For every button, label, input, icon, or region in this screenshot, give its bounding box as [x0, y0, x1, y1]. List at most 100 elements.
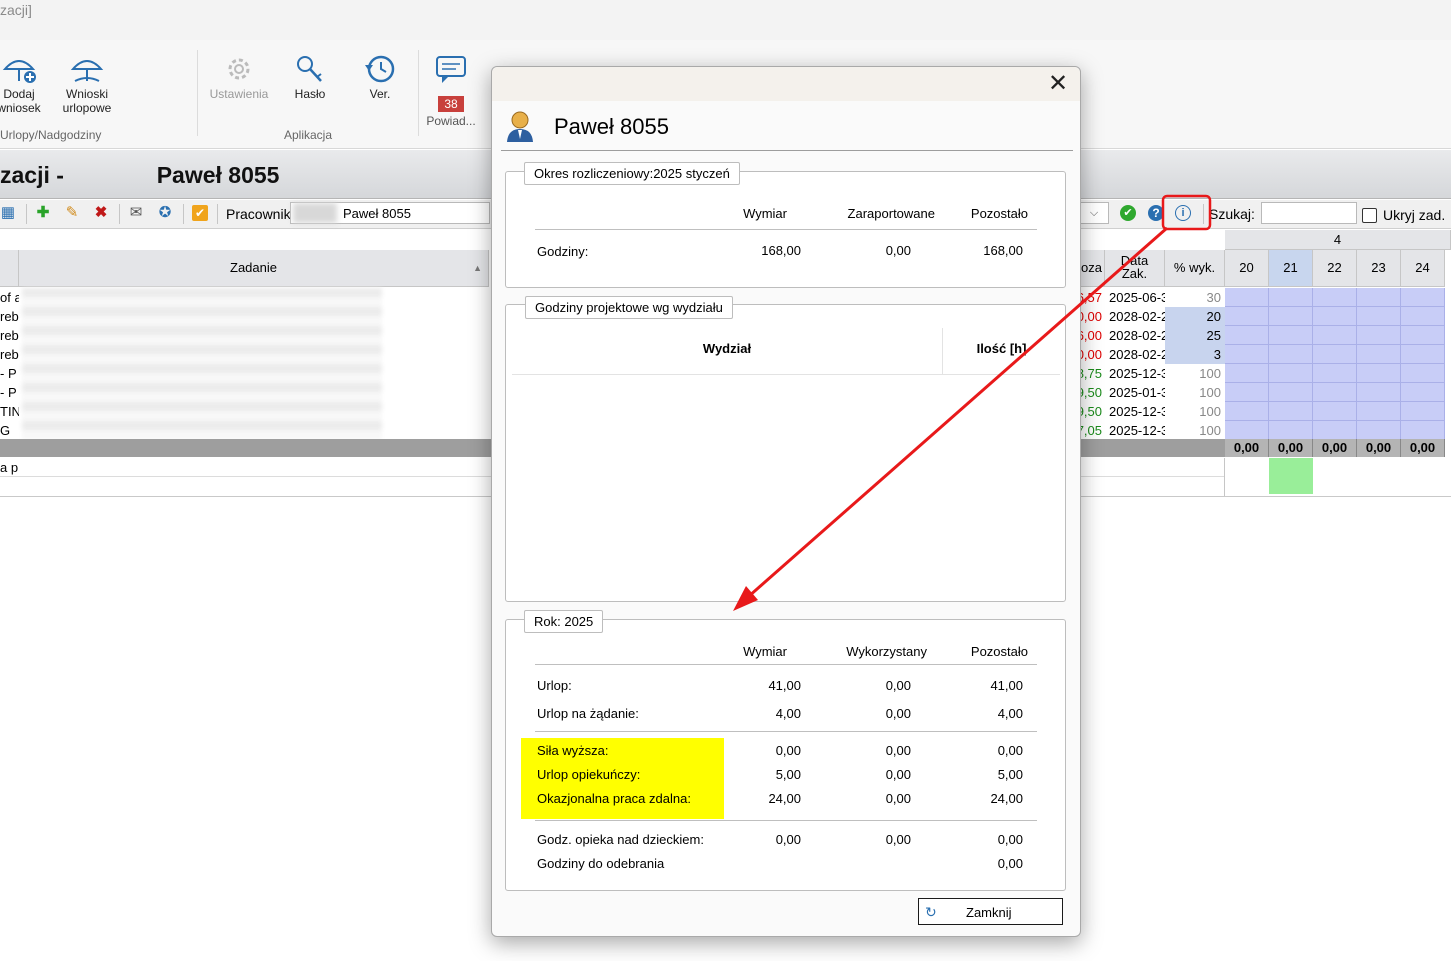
help-icon[interactable]: ? — [1148, 205, 1164, 221]
day-cell[interactable] — [1313, 288, 1357, 307]
day-cell[interactable] — [1225, 364, 1269, 383]
close-icon[interactable]: ✕ — [1045, 72, 1071, 96]
day-header[interactable]: 20 — [1225, 250, 1269, 287]
period-header-remaining: Pozostało — [970, 206, 1028, 221]
day-cell[interactable] — [1313, 402, 1357, 421]
delete-icon[interactable]: ✖ — [93, 205, 109, 221]
employee-label: Pracownik — [226, 206, 291, 222]
day-cell[interactable] — [1269, 383, 1313, 402]
day-header[interactable]: 22 — [1313, 250, 1357, 287]
day-cell[interactable] — [1401, 402, 1445, 421]
year-value-dimension: 24,00 — [768, 791, 801, 806]
notifications-label: Powiad... — [426, 114, 476, 128]
day-cell[interactable] — [1225, 288, 1269, 307]
day-cell[interactable] — [1313, 421, 1357, 440]
day-cell[interactable] — [1269, 364, 1313, 383]
leave-requests-button[interactable]: Wnioski urlopowe — [56, 53, 118, 115]
window-title: zacji] — [0, 2, 32, 18]
year-row-label: Urlop na żądanie: — [537, 706, 639, 721]
day-cell[interactable] — [1357, 402, 1401, 421]
day-cell[interactable] — [1357, 288, 1401, 307]
percent-done-cell: 30 — [1206, 290, 1221, 305]
day-cell[interactable] — [1357, 326, 1401, 345]
approve-icon[interactable]: ✪ — [157, 205, 173, 221]
employee-select-value: Paweł 8055 — [343, 206, 411, 221]
edit-icon[interactable]: ✎ — [64, 205, 80, 221]
task-column-header[interactable]: Zadanie ▲ — [19, 250, 489, 287]
add-request-label1: Dodaj — [3, 87, 35, 101]
hide-tasks-checkbox[interactable] — [1362, 208, 1377, 223]
checkbox-icon[interactable]: ✔ — [192, 205, 208, 221]
day-cell[interactable] — [1225, 383, 1269, 402]
close-button-label: Zamknij — [966, 905, 1012, 920]
day-cell[interactable] — [1313, 364, 1357, 383]
department-column-header[interactable]: Wydział — [512, 328, 943, 375]
version-button[interactable]: Ver. — [358, 53, 402, 101]
date-column-header[interactable]: Data Zak. — [1105, 250, 1165, 287]
day-cell[interactable] — [1401, 326, 1445, 345]
employee-select[interactable]: Paweł 8055 — [290, 202, 490, 224]
day-cell[interactable] — [1269, 402, 1313, 421]
day-cell[interactable] — [1357, 345, 1401, 364]
settings-button[interactable]: Ustawienia — [206, 53, 272, 101]
year-value-used: 0,00 — [885, 678, 911, 693]
notifications-button[interactable]: 38 Powiad... — [424, 53, 478, 128]
day-header[interactable]: 24 — [1401, 250, 1445, 287]
day-cell[interactable] — [1401, 421, 1445, 440]
ok-icon[interactable]: ✔ — [1120, 205, 1136, 221]
day-header-today[interactable]: 21 — [1269, 250, 1313, 287]
add-request-button[interactable]: Dodaj wniosek — [0, 53, 42, 115]
day-cell[interactable] — [1313, 326, 1357, 345]
day-cell[interactable] — [1401, 307, 1445, 326]
day-cell[interactable] — [1225, 307, 1269, 326]
day-cell[interactable] — [1225, 402, 1269, 421]
year-value-used: 0,00 — [885, 791, 911, 806]
day-cell[interactable] — [1269, 326, 1313, 345]
hours-column-header[interactable]: Ilość [h] — [943, 328, 1060, 375]
period-row-label: Godziny: — [537, 244, 589, 259]
day-cell[interactable] — [1269, 345, 1313, 364]
day-cell[interactable] — [1401, 345, 1445, 364]
day-cell[interactable] — [1225, 345, 1269, 364]
today-cell[interactable] — [1269, 458, 1313, 494]
day-cell[interactable] — [1401, 364, 1445, 383]
password-button[interactable]: Hasło — [284, 53, 336, 101]
day-cell[interactable] — [1225, 421, 1269, 440]
day-cell[interactable] — [1269, 307, 1313, 326]
day-cell[interactable] — [1269, 421, 1313, 440]
period-legend: Okres rozliczeniowy:2025 styczeń — [524, 162, 740, 185]
year-row-label: Urlop opiekuńczy: — [537, 767, 641, 782]
key-icon — [297, 56, 322, 82]
day-cell[interactable] — [1357, 307, 1401, 326]
umbrella-icon — [70, 60, 104, 82]
day-cell[interactable] — [1225, 326, 1269, 345]
percent-done-cell: 100 — [1199, 366, 1221, 381]
calendar-icon[interactable]: ▦ — [0, 205, 16, 221]
year-row-label: Okazjonalna praca zdalna: — [537, 791, 691, 806]
mail-icon[interactable]: ✉ — [128, 205, 144, 221]
chevron-down-icon[interactable]: ⌵ — [1079, 202, 1109, 224]
day-cell[interactable] — [1357, 421, 1401, 440]
day-total: 0,00 — [1357, 439, 1401, 457]
toolbar-separator — [26, 204, 27, 224]
day-header[interactable]: 23 — [1357, 250, 1401, 287]
search-input[interactable] — [1261, 202, 1357, 224]
page-title-prefix: zacji - — [0, 162, 64, 188]
day-cell[interactable] — [1401, 383, 1445, 402]
day-cell[interactable] — [1357, 383, 1401, 402]
info-icon[interactable]: i — [1175, 205, 1191, 221]
day-cell[interactable] — [1401, 288, 1445, 307]
day-cell[interactable] — [1313, 383, 1357, 402]
pct-column-header[interactable]: % wyk. — [1165, 250, 1225, 287]
year-value-used: 0,00 — [885, 832, 911, 847]
year-divider — [535, 731, 1037, 732]
day-cell[interactable] — [1313, 307, 1357, 326]
day-cell[interactable] — [1357, 364, 1401, 383]
window-title-bar: zacji] — [0, 0, 1451, 40]
day-cell[interactable] — [1269, 288, 1313, 307]
due-date-cell: 2025-06-3 — [1109, 290, 1165, 305]
day-cell[interactable] — [1313, 345, 1357, 364]
forecast-column-header[interactable]: oza — [1079, 250, 1105, 287]
close-button[interactable]: ↻ Zamknij — [918, 898, 1063, 925]
add-icon[interactable]: ✚ — [35, 205, 51, 221]
